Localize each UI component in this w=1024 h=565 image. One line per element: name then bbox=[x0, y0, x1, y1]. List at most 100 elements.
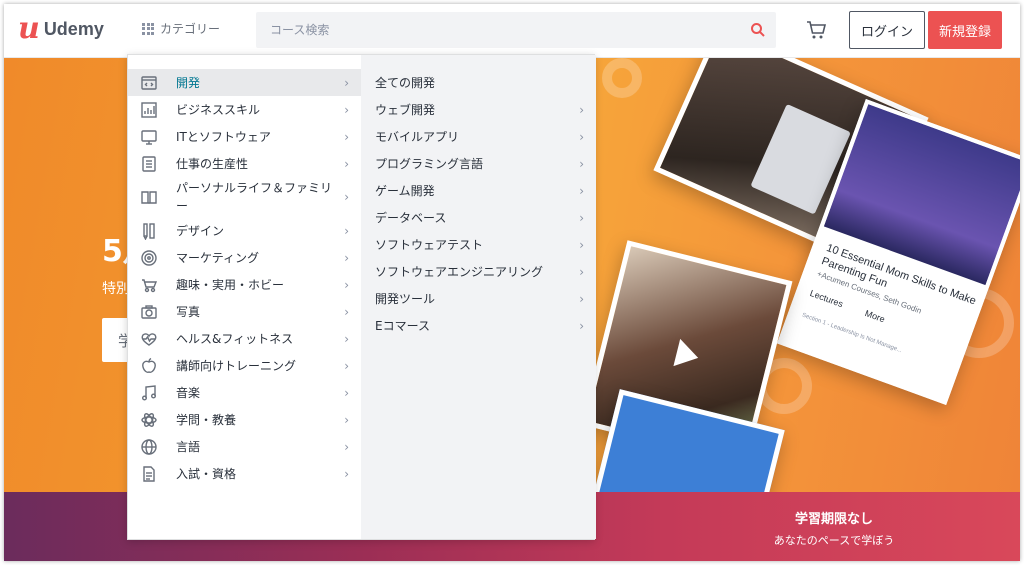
search-icon[interactable] bbox=[750, 22, 766, 38]
chevron-right-icon: › bbox=[579, 129, 584, 144]
category-item-health-fitness[interactable]: ヘルス&フィットネス › bbox=[128, 325, 361, 352]
chevron-right-icon: › bbox=[344, 439, 349, 454]
more-tab: More bbox=[863, 308, 887, 325]
chevron-right-icon: › bbox=[579, 156, 584, 171]
atom-icon bbox=[141, 412, 157, 427]
chevron-right-icon: › bbox=[344, 75, 349, 90]
category-label: 入試・資格 bbox=[176, 466, 237, 481]
category-label: 学問・教養 bbox=[176, 412, 237, 427]
search-bar bbox=[256, 12, 776, 48]
play-icon bbox=[673, 338, 702, 372]
monitor-icon bbox=[141, 129, 157, 145]
chevron-right-icon: › bbox=[579, 264, 584, 279]
udemy-logo-mark-icon: u bbox=[18, 11, 40, 46]
chevron-right-icon: › bbox=[344, 331, 349, 346]
subcategory-label: ゲーム開発 bbox=[375, 184, 435, 198]
subcategory-item-game-development[interactable]: ゲーム開発 › bbox=[361, 177, 596, 204]
chevron-right-icon: › bbox=[344, 190, 349, 204]
chevron-right-icon: › bbox=[579, 237, 584, 252]
category-label: 仕事の生産性 bbox=[176, 156, 249, 171]
category-item-music[interactable]: 音楽 › bbox=[128, 379, 361, 406]
category-label: 趣味・実用・ホビー bbox=[176, 277, 285, 292]
category-item-language[interactable]: 言語 › bbox=[128, 433, 361, 460]
category-item-it-software[interactable]: ITとソフトウェア › bbox=[128, 123, 361, 150]
subcategory-item-software-engineering[interactable]: ソフトウェアエンジニアリング › bbox=[361, 258, 596, 285]
chevron-right-icon: › bbox=[344, 129, 349, 144]
search-input[interactable] bbox=[256, 12, 736, 48]
category-item-personal-life[interactable]: パーソナルライフ＆ファミリー › bbox=[128, 177, 361, 217]
chevron-right-icon: › bbox=[344, 358, 349, 373]
pencil-icon bbox=[143, 222, 155, 240]
category-item-design[interactable]: デザイン › bbox=[128, 217, 361, 244]
category-item-marketing[interactable]: マーケティング › bbox=[128, 244, 361, 271]
category-label: 開発 bbox=[176, 75, 201, 90]
stroller-icon bbox=[142, 278, 158, 292]
chevron-right-icon: › bbox=[344, 466, 349, 481]
signup-button[interactable]: 新規登録 bbox=[928, 11, 1002, 49]
decorative-circle bbox=[602, 58, 642, 98]
category-item-productivity[interactable]: 仕事の生産性 › bbox=[128, 150, 361, 177]
category-label: ヘルス&フィットネス bbox=[176, 331, 294, 346]
category-label: マーケティング bbox=[176, 250, 260, 265]
subcategory-label: モバイルアプリ bbox=[375, 130, 460, 144]
subcategory-label: ソフトウェアテスト bbox=[375, 238, 484, 252]
category-item-photography[interactable]: 写真 › bbox=[128, 298, 361, 325]
subcategory-label: ソフトウェアエンジニアリング bbox=[375, 265, 544, 279]
chevron-right-icon: › bbox=[344, 250, 349, 265]
subcategory-item-web-development[interactable]: ウェブ開発 › bbox=[361, 96, 596, 123]
category-item-development[interactable]: 開発 › bbox=[128, 69, 361, 96]
globe-icon bbox=[141, 438, 157, 455]
target-icon bbox=[141, 249, 157, 266]
category-label: 講師向けトレーニング bbox=[176, 358, 297, 373]
apple-icon bbox=[142, 357, 156, 373]
chevron-right-icon: › bbox=[344, 223, 349, 238]
category-label: 言語 bbox=[176, 439, 201, 454]
lectures-tab: Lectures bbox=[808, 288, 845, 310]
chevron-right-icon: › bbox=[579, 183, 584, 198]
category-menu-button[interactable]: カテゴリー bbox=[142, 20, 220, 37]
subcategory-item-mobile-apps[interactable]: モバイルアプリ › bbox=[361, 123, 596, 150]
chevron-right-icon: › bbox=[579, 210, 584, 225]
subcategory-item-ecommerce[interactable]: Eコマース › bbox=[361, 312, 596, 339]
category-mega-menu: 開発 › ビジネススキル › ITとソフトウェア › 仕事の生産性 › パーソナ… bbox=[127, 54, 596, 540]
subcategory-label: プログラミング言語 bbox=[375, 157, 484, 171]
chevron-right-icon: › bbox=[579, 318, 584, 333]
checklist-icon bbox=[142, 155, 156, 172]
logo-text: Udemy bbox=[43, 18, 104, 39]
book-icon bbox=[141, 191, 157, 204]
subcategory-item-all-development[interactable]: 全ての開発 bbox=[361, 69, 596, 96]
category-list: 開発 › ビジネススキル › ITとソフトウェア › 仕事の生産性 › パーソナ… bbox=[128, 55, 361, 539]
chevron-right-icon: › bbox=[579, 102, 584, 117]
category-label: パーソナルライフ＆ファミリー bbox=[176, 181, 333, 213]
login-button[interactable]: ログイン bbox=[849, 11, 925, 49]
category-item-business[interactable]: ビジネススキル › bbox=[128, 96, 361, 123]
udemy-logo[interactable]: u Udemy bbox=[18, 14, 104, 44]
subcategory-item-databases[interactable]: データベース › bbox=[361, 204, 596, 231]
category-label: デザイン bbox=[176, 223, 225, 238]
hero-subtitle: 特別 bbox=[102, 281, 130, 297]
feature-title: 学習期限なし bbox=[794, 512, 873, 527]
subcategory-label: データベース bbox=[375, 211, 447, 225]
grid-icon bbox=[142, 22, 154, 35]
chevron-right-icon: › bbox=[344, 277, 349, 292]
subcategory-label: 全ての開発 bbox=[375, 76, 436, 90]
subcategory-label: Eコマース bbox=[375, 319, 430, 333]
category-item-test-prep[interactable]: 入試・資格 › bbox=[128, 460, 361, 487]
subcategory-label: ウェブ開発 bbox=[375, 103, 436, 117]
category-item-hobby[interactable]: 趣味・実用・ホビー › bbox=[128, 271, 361, 298]
chevron-right-icon: › bbox=[579, 291, 584, 306]
camera-icon bbox=[141, 304, 157, 319]
chevron-right-icon: › bbox=[344, 156, 349, 171]
music-note-icon bbox=[142, 384, 156, 400]
subcategory-item-dev-tools[interactable]: 開発ツール › bbox=[361, 285, 596, 312]
subcategory-item-software-testing[interactable]: ソフトウェアテスト › bbox=[361, 231, 596, 258]
top-navbar: u Udemy カテゴリー ログイン 新規登録 bbox=[4, 4, 1020, 58]
category-item-teacher-training[interactable]: 講師向けトレーニング › bbox=[128, 352, 361, 379]
category-item-academics[interactable]: 学問・教養 › bbox=[128, 406, 361, 433]
subcategory-item-programming-languages[interactable]: プログラミング言語 › bbox=[361, 150, 596, 177]
subcategory-list: 全ての開発 ウェブ開発 › モバイルアプリ › プログラミング言語 › ゲーム開… bbox=[361, 55, 596, 539]
cart-icon[interactable] bbox=[804, 18, 828, 42]
chevron-right-icon: › bbox=[344, 385, 349, 400]
category-label: 写真 bbox=[176, 304, 201, 319]
chevron-right-icon: › bbox=[344, 412, 349, 427]
